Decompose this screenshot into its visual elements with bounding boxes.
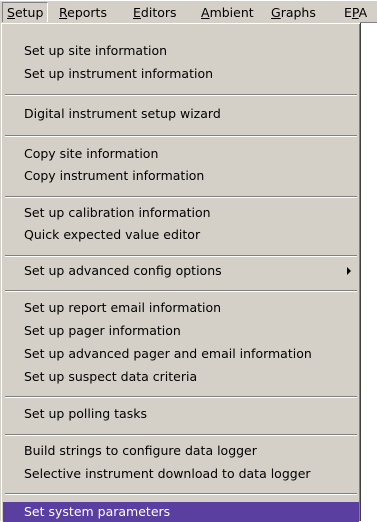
- menu-reports-mnemonic: R: [59, 5, 68, 20]
- menu-item-quick-expected-value-editor[interactable]: Quick expected value editor: [3, 225, 359, 245]
- menu-item-digital-instrument-wizard[interactable]: Digital instrument setup wizard: [3, 104, 359, 124]
- menu-separator: [5, 493, 357, 495]
- menu-item-advanced-pager-email[interactable]: Set up advanced pager and email informat…: [3, 344, 359, 364]
- menu-item-suspect-data-criteria[interactable]: Set up suspect data criteria: [3, 367, 359, 387]
- menu-epa-label: A: [358, 5, 368, 20]
- menu-item-report-email-information[interactable]: Set up report email information: [3, 298, 359, 318]
- menu-item-label: Selective instrument download to data lo…: [24, 466, 311, 481]
- menu-item-label: Digital instrument setup wizard: [24, 106, 221, 121]
- menu-item-label: Copy site information: [24, 146, 159, 161]
- menu-reports-label: eports: [67, 5, 107, 20]
- menu-item-label: Set up polling tasks: [24, 406, 147, 421]
- menu-graphs-label: raphs: [280, 5, 316, 20]
- menu-item-site-information[interactable]: Set up site information: [3, 41, 359, 61]
- menu-item-label: Set up report email information: [24, 300, 222, 315]
- submenu-arrow-icon: [347, 267, 351, 275]
- menu-separator: [5, 396, 357, 398]
- menu-separator: [5, 135, 357, 137]
- menu-separator: [5, 434, 357, 436]
- menu-ambient-label: mbient: [209, 5, 254, 20]
- menu-item-label: Set up instrument information: [24, 66, 214, 81]
- menu-reports[interactable]: Reports: [59, 4, 107, 22]
- menu-separator: [5, 255, 357, 257]
- menu-editors[interactable]: Editors: [133, 4, 177, 22]
- menu-item-label: Set up pager information: [24, 323, 181, 338]
- menu-item-label: Set up calibration information: [24, 205, 211, 220]
- menu-graphs-mnemonic: G: [271, 5, 281, 20]
- menu-setup-mnemonic: S: [7, 5, 15, 20]
- menu-editors-mnemonic: E: [133, 5, 141, 20]
- menu-item-copy-site-information[interactable]: Copy site information: [3, 144, 359, 164]
- menu-item-system-parameters[interactable]: Set system parameters: [3, 502, 359, 522]
- menu-bar: Setup Reports Editors Ambient Graphs EPA: [0, 0, 377, 24]
- menu-ambient[interactable]: Ambient: [201, 4, 254, 22]
- menu-item-label: Set up suspect data criteria: [24, 369, 198, 384]
- menu-item-label: Set up advanced pager and email informat…: [24, 346, 312, 361]
- menu-separator: [5, 290, 357, 292]
- menu-separator: [5, 196, 357, 198]
- menu-ambient-mnemonic: A: [201, 5, 210, 20]
- menu-setup-label: etup: [14, 5, 44, 20]
- menu-item-advanced-config-options[interactable]: Set up advanced config options: [3, 261, 359, 281]
- menu-item-polling-tasks[interactable]: Set up polling tasks: [3, 404, 359, 424]
- menu-item-label: Set up advanced config options: [24, 263, 222, 278]
- menu-item-selective-instrument-download[interactable]: Selective instrument download to data lo…: [3, 464, 359, 484]
- menu-item-label: Copy instrument information: [24, 168, 205, 183]
- menu-epa[interactable]: EPA: [344, 4, 367, 22]
- menu-item-instrument-information[interactable]: Set up instrument information: [3, 64, 359, 84]
- menu-item-build-strings-data-logger[interactable]: Build strings to configure data logger: [3, 441, 359, 461]
- menu-epa-mnemonic: P: [351, 5, 359, 20]
- menu-item-label: Build strings to configure data logger: [24, 443, 257, 458]
- menu-item-label: Set up site information: [24, 43, 168, 58]
- menu-item-calibration-information[interactable]: Set up calibration information: [3, 203, 359, 223]
- menu-setup[interactable]: Setup: [2, 2, 49, 24]
- menu-item-pager-information[interactable]: Set up pager information: [3, 321, 359, 341]
- menu-item-copy-instrument-information[interactable]: Copy instrument information: [3, 166, 359, 186]
- menu-separator: [5, 94, 357, 96]
- menu-item-label: Set system parameters: [24, 504, 171, 519]
- menu-editors-label: ditors: [140, 5, 177, 20]
- menu-epa-prefix: E: [344, 5, 352, 20]
- menu-item-label: Quick expected value editor: [24, 227, 201, 242]
- setup-dropdown-menu: Set up site information Set up instrumen…: [0, 22, 361, 522]
- menu-graphs[interactable]: Graphs: [271, 4, 316, 22]
